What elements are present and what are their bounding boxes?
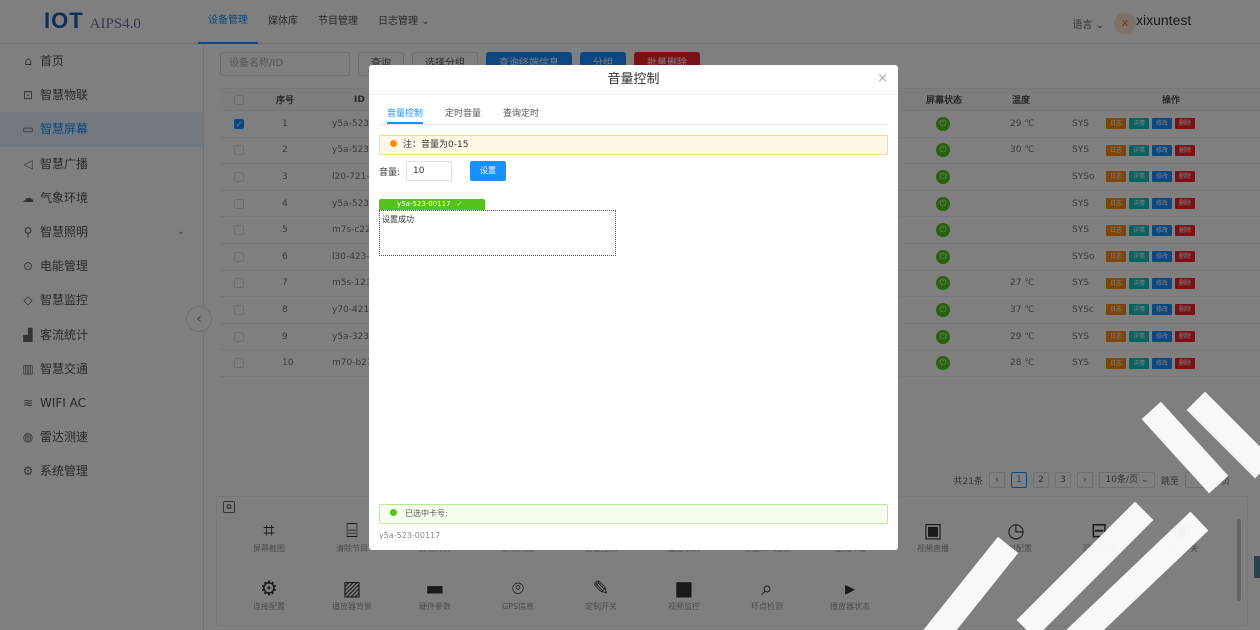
tab-timed-volume[interactable]: 定时音量 xyxy=(445,105,481,124)
selected-card-label: 已选中卡号: xyxy=(405,509,448,518)
device-tag-label: y5a-523-00117 xyxy=(397,200,451,208)
selected-card-bar: 已选中卡号: xyxy=(379,504,888,524)
warning-dot-icon xyxy=(390,140,397,147)
volume-label: 音量: xyxy=(379,167,401,178)
volume-input[interactable]: 10 xyxy=(406,161,453,181)
close-icon[interactable]: × xyxy=(877,71,888,86)
selected-card-number: y5a-523-00117 xyxy=(379,531,441,540)
volume-row: 音量: 10 设置 xyxy=(379,161,507,181)
edge-tab[interactable] xyxy=(1254,556,1260,578)
volume-control-dialog: 音量控制 × 音量控制 定时音量 查询定时 注：音量为0-15 音量: 10 设… xyxy=(369,65,898,550)
dialog-tabs: 音量控制 定时音量 查询定时 xyxy=(379,105,888,125)
success-dot-icon xyxy=(390,509,397,516)
tab-volume-control[interactable]: 音量控制 xyxy=(387,105,424,124)
result-box: 设置成功 xyxy=(379,210,616,256)
notice-text: 注：音量为0-15 xyxy=(403,140,469,150)
result-text: 设置成功 xyxy=(382,215,414,224)
device-tag: y5a-523-00117 ✓ xyxy=(379,199,485,210)
tab-query-timer[interactable]: 查询定时 xyxy=(503,105,539,124)
set-volume-button[interactable]: 设置 xyxy=(470,161,507,181)
dialog-title: 音量控制 xyxy=(369,65,898,95)
volume-range-notice: 注：音量为0-15 xyxy=(379,135,888,155)
check-icon: ✓ xyxy=(456,200,463,208)
